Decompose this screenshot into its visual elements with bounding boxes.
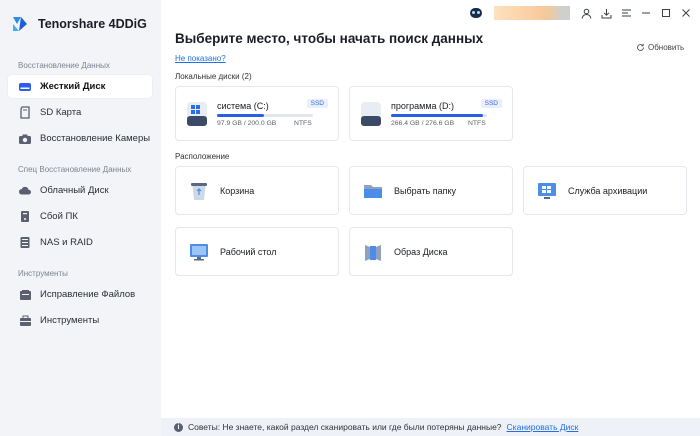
hdd-windows-icon	[187, 102, 207, 126]
drive-filesystem: NTFS	[294, 120, 312, 127]
usage-bar-fill	[391, 114, 484, 117]
sidebar-item-tools[interactable]: Инструменты	[8, 309, 152, 332]
title-bar	[466, 0, 700, 26]
sidebar-item-nas-raid[interactable]: NAS и RAID	[8, 231, 152, 254]
desktop-icon	[190, 243, 208, 260]
drive-card-d[interactable]: программа (D:) SSD 266.4 GB / 276.6 GB N…	[349, 86, 513, 141]
app-logo-icon	[13, 17, 27, 31]
section-title-tools: Инструменты	[18, 269, 68, 278]
not-shown-link[interactable]: Не показано?	[175, 54, 226, 63]
sidebar-item-pc-crash[interactable]: Сбой ПК	[8, 205, 152, 228]
usage-bar	[217, 114, 313, 117]
usage-bar-fill	[217, 114, 265, 117]
minimize-icon[interactable]	[636, 3, 656, 23]
sidebar-item-sd-card[interactable]: SD Карта	[8, 101, 152, 124]
toolbox-icon	[18, 314, 32, 328]
tips-bar: i Советы: Не знаете, какой раздел сканир…	[161, 418, 700, 436]
ssd-badge: SSD	[306, 99, 328, 108]
sidebar-item-camera-recovery[interactable]: Восстановление Камеры	[8, 127, 152, 150]
camera-icon	[18, 132, 32, 146]
sidebar-item-label: Восстановление Камеры	[40, 133, 151, 144]
ssd-badge: SSD	[480, 99, 502, 108]
assistant-bot-icon[interactable]	[466, 3, 486, 23]
sidebar-item-label: Инструменты	[40, 315, 100, 326]
location-select-folder[interactable]: Выбрать папку	[349, 166, 513, 215]
sd-card-icon	[18, 106, 32, 120]
local-disks-label: Локальные диски (2)	[175, 72, 252, 81]
drive-filesystem: NTFS	[468, 120, 486, 127]
disk-image-icon	[365, 244, 381, 261]
location-disk-image[interactable]: Образ Диска	[349, 227, 513, 276]
sidebar-item-file-repair[interactable]: Исправление Файлов	[8, 283, 152, 306]
location-label: Корзина	[220, 185, 255, 196]
refresh-label: Обновить	[648, 43, 685, 52]
backup-service-icon	[538, 182, 556, 199]
sidebar-item-cloud-disk[interactable]: Облачный Диск	[8, 179, 152, 202]
location-desktop[interactable]: Рабочий стол	[175, 227, 339, 276]
drive-card-c[interactable]: система (C:) SSD 97.9 GB / 200.0 GB NTFS	[175, 86, 339, 141]
drive-name: программа (D:)	[391, 101, 455, 111]
location-label: Расположение	[175, 152, 230, 161]
sidebar: Tenorshare 4DDiG Восстановление Данных Ж…	[0, 0, 161, 436]
nas-icon	[18, 236, 32, 250]
menu-icon[interactable]	[616, 3, 636, 23]
usage-bar	[391, 114, 487, 117]
maximize-icon[interactable]	[656, 3, 676, 23]
refresh-button[interactable]: Обновить	[636, 43, 684, 52]
cloud-icon	[18, 184, 32, 198]
section-title-special-recovery: Спец Восстановление Данных	[18, 165, 132, 174]
location-recycle-bin[interactable]: Корзина	[175, 166, 339, 215]
sidebar-item-label: Облачный Диск	[40, 185, 109, 196]
hdd-icon	[18, 80, 32, 94]
blurred-account-area	[494, 6, 570, 20]
sidebar-item-label: Жесткий Диск	[40, 81, 106, 92]
info-icon: i	[174, 422, 183, 432]
pc-crash-icon	[18, 210, 32, 224]
refresh-icon	[637, 43, 644, 51]
sidebar-item-hard-drive[interactable]: Жесткий Диск	[8, 75, 152, 98]
location-label: Служба архивации	[568, 185, 648, 196]
sidebar-item-label: Сбой ПК	[40, 211, 78, 222]
drive-size: 97.9 GB / 200.0 GB	[217, 120, 277, 127]
drive-name: система (C:)	[217, 101, 269, 111]
drive-size: 266.4 GB / 276.6 GB	[391, 120, 455, 127]
sidebar-item-label: Исправление Файлов	[40, 289, 136, 300]
folder-icon	[364, 184, 382, 198]
location-label: Рабочий стол	[220, 246, 277, 257]
hdd-icon	[361, 102, 381, 126]
location-label: Выбрать папку	[394, 185, 457, 196]
tip-text: Советы: Не знаете, какой раздел сканиров…	[188, 422, 502, 432]
download-icon[interactable]	[596, 3, 616, 23]
recycle-bin-icon	[191, 182, 207, 200]
section-title-data-recovery: Восстановление Данных	[18, 61, 110, 70]
sidebar-item-label: NAS и RAID	[40, 237, 93, 248]
scan-disk-link[interactable]: Сканировать Диск	[507, 422, 579, 432]
close-icon[interactable]	[676, 3, 696, 23]
app-logo: Tenorshare 4DDiG	[10, 14, 147, 34]
location-label: Образ Диска	[394, 246, 448, 257]
user-icon[interactable]	[576, 3, 596, 23]
file-repair-icon	[18, 288, 32, 302]
sidebar-item-label: SD Карта	[40, 107, 82, 118]
location-backup-service[interactable]: Служба архивации	[523, 166, 687, 215]
page-title: Выберите место, чтобы начать поиск данны…	[175, 31, 484, 46]
app-title: Tenorshare 4DDiG	[38, 17, 147, 31]
